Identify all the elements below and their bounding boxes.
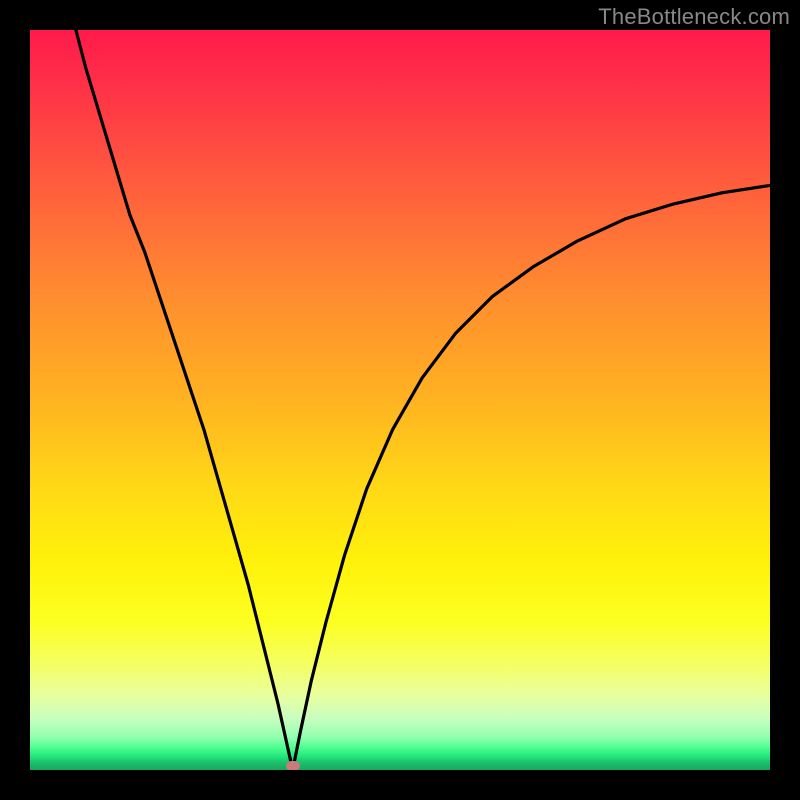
chart-frame: TheBottleneck.com bbox=[0, 0, 800, 800]
attribution-text: TheBottleneck.com bbox=[598, 4, 790, 30]
curve-line bbox=[76, 30, 770, 770]
minimum-marker bbox=[286, 761, 300, 770]
bottleneck-curve bbox=[30, 30, 770, 770]
plot-area bbox=[30, 30, 770, 770]
